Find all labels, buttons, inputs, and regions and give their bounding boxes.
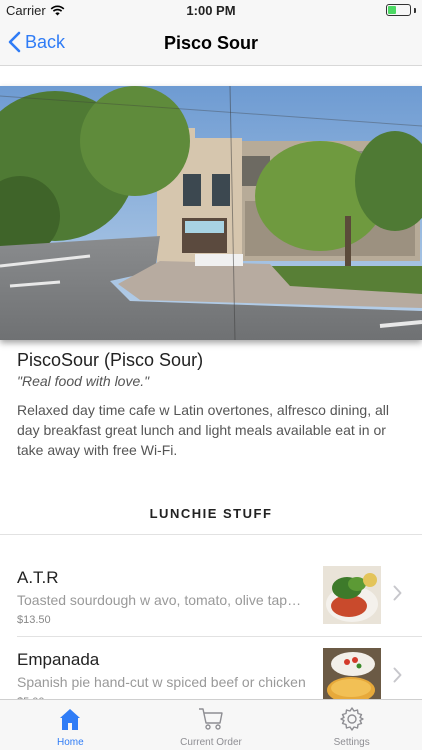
- tab-current-order[interactable]: Current Order: [141, 700, 282, 750]
- menu-item-description: Toasted sourdough w avo, tomato, olive t…: [17, 592, 307, 608]
- status-bar: Carrier 1:00 PM: [0, 0, 422, 22]
- section-divider: [0, 534, 422, 535]
- home-icon: [60, 709, 81, 730]
- chevron-right-icon: [393, 667, 402, 683]
- section-title: LUNCHIE STUFF: [149, 506, 273, 521]
- gear-icon: [339, 707, 364, 731]
- tab-settings[interactable]: Settings: [281, 700, 422, 750]
- menu-item-name: A.T.R: [17, 568, 59, 587]
- tab-bar: Home Current Order Settings: [0, 699, 422, 750]
- battery-indicator: [386, 4, 416, 16]
- tab-settings-label: Settings: [333, 737, 370, 748]
- menu-item-thumbnail: [323, 566, 381, 624]
- menu-item-thumbnail: [323, 648, 381, 706]
- food-photo-icon: [323, 648, 381, 706]
- battery-fill: [388, 6, 397, 14]
- menu-item[interactable]: A.T.R Toasted sourdough w avo, tomato, o…: [0, 555, 422, 636]
- food-photo-icon: [323, 566, 381, 624]
- tab-home-label: Home: [56, 737, 84, 748]
- tab-current-order-label: Current Order: [180, 737, 242, 748]
- menu-item-description: Spanish pie hand-cut w spiced beef or ch…: [17, 674, 306, 690]
- venue-name: PiscoSour (Pisco Sour): [17, 350, 204, 370]
- menu-item-price: $13.50: [17, 614, 51, 626]
- menu-item-name: Empanada: [17, 650, 100, 669]
- tab-home[interactable]: Home: [0, 700, 141, 750]
- battery-icon: [386, 4, 411, 16]
- cart-icon: [199, 708, 223, 730]
- battery-cap: [414, 7, 416, 13]
- venue-photo: [0, 86, 422, 340]
- chevron-right-icon: [393, 585, 402, 601]
- venue-tagline: "Real food with love.": [17, 373, 150, 389]
- navigation-bar: Back Pisco Sour: [0, 22, 422, 66]
- venue-description: Relaxed day time cafe w Latin overtones,…: [17, 402, 389, 458]
- page-title: Pisco Sour: [163, 33, 259, 53]
- status-time: 1:00 PM: [186, 3, 236, 18]
- venue-photo-illustration: [0, 86, 422, 340]
